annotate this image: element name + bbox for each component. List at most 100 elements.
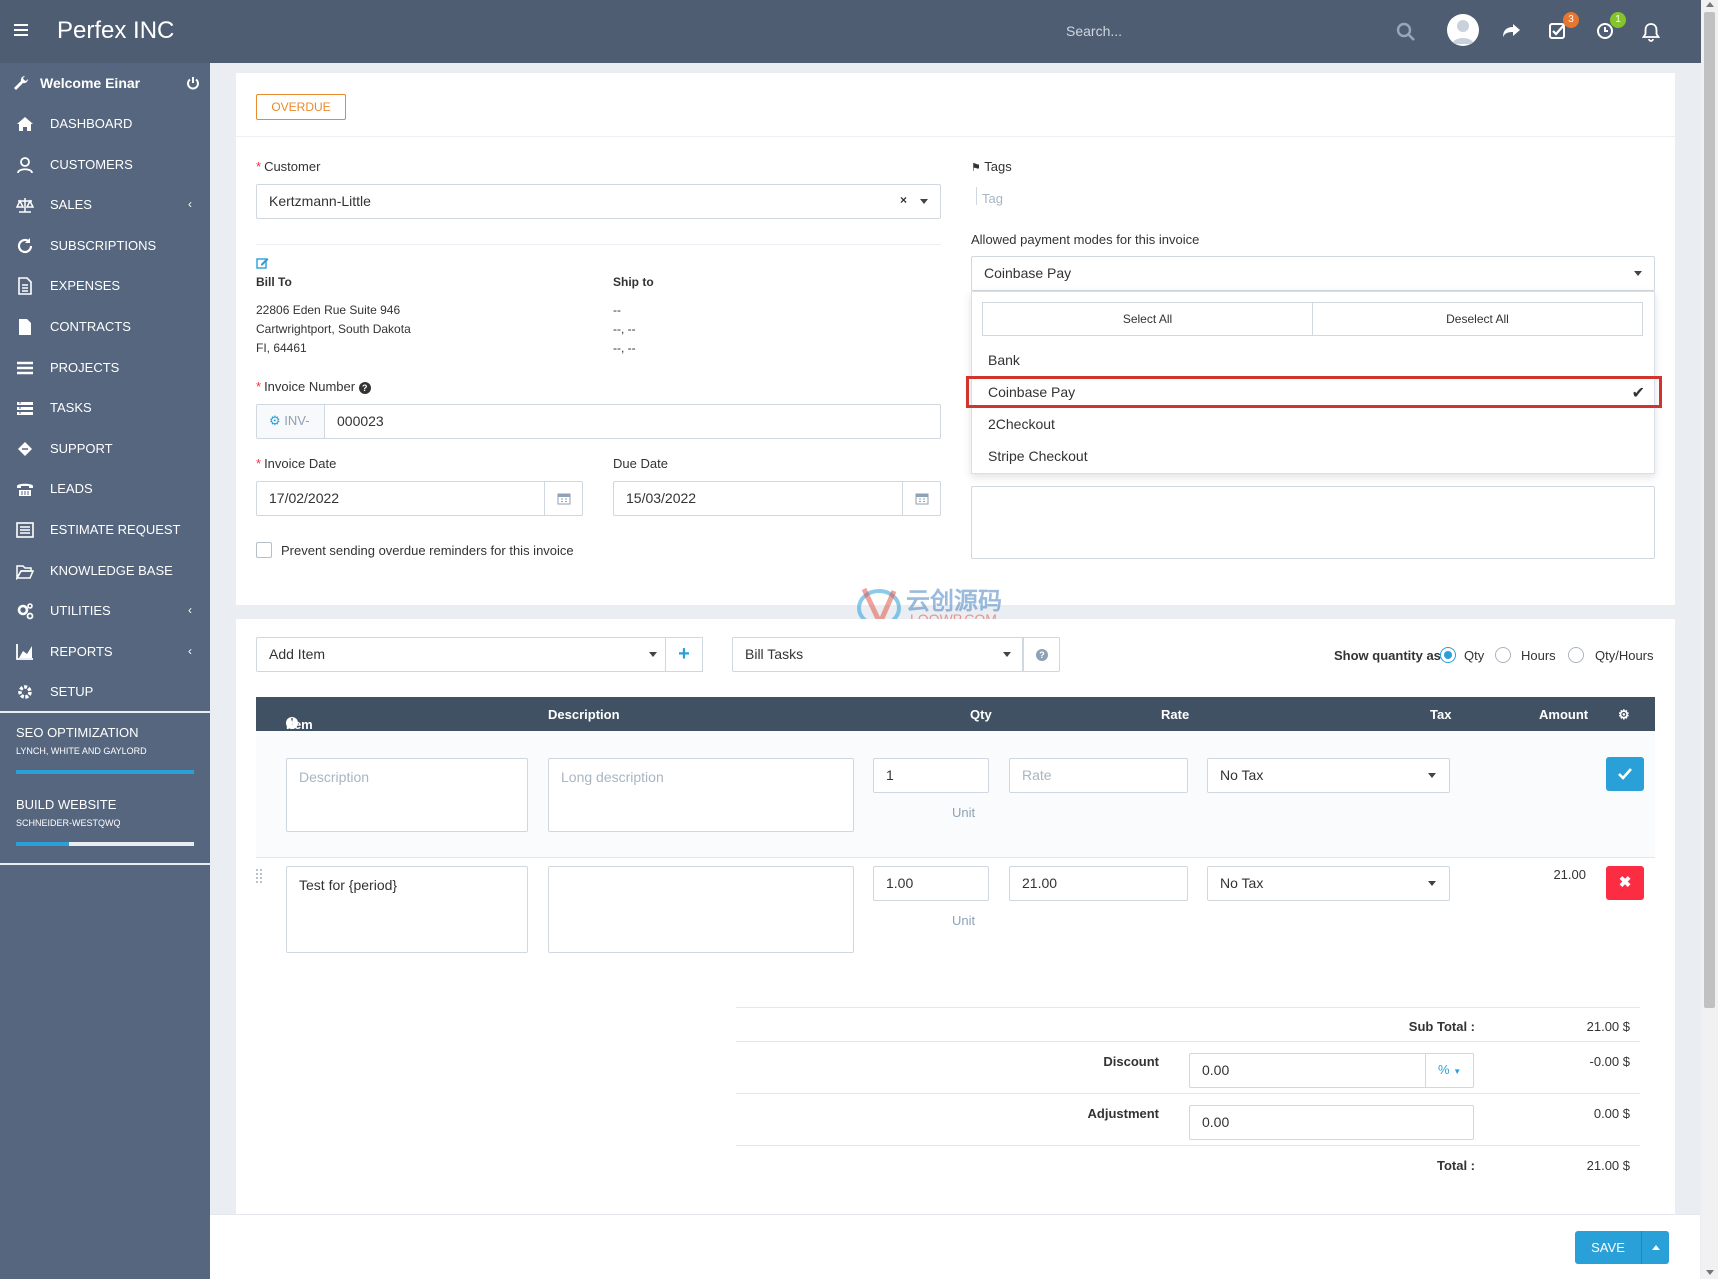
project-client: SCHNEIDER-WESTQWQ (16, 818, 121, 828)
save-button[interactable]: SAVE (1575, 1231, 1641, 1264)
invoice-number-input[interactable]: ⚙ INV- 000023 (256, 404, 941, 439)
sidebar-item-estimate-request[interactable]: ESTIMATE REQUEST (0, 510, 210, 550)
sidebar-project[interactable]: BUILD WEBSITE SCHNEIDER-WESTQWQ (0, 785, 210, 846)
payment-option-bank[interactable]: Bank (972, 344, 1656, 376)
sidebar-item-dashboard[interactable]: DASHBOARD (0, 104, 210, 144)
new-item-rate-input[interactable]: Rate (1009, 758, 1188, 793)
sidebar-item-support[interactable]: SUPPORT (0, 429, 210, 469)
header-description: Description (548, 707, 620, 722)
sidebar-item-contracts[interactable]: CONTRACTS (0, 307, 210, 347)
header-tax: Tax (1430, 707, 1452, 722)
select-all-button[interactable]: Select All (982, 302, 1313, 336)
item-amount: 21.00 (1553, 867, 1586, 882)
share-icon[interactable] (1502, 22, 1522, 40)
item-unit-input[interactable]: Unit (952, 913, 975, 928)
sidebar-item-setup[interactable]: SETUP (0, 672, 210, 712)
sidebar-item-label: REPORTS (50, 643, 113, 659)
remove-row-button[interactable]: ✖ (1606, 866, 1644, 900)
adjustment-input[interactable]: 0.00 (1189, 1105, 1474, 1140)
sidebar-item-reports[interactable]: REPORTS ‹ (0, 632, 210, 672)
sidebar-item-leads[interactable]: LEADS (0, 469, 210, 509)
show-qty-label: Show quantity as: (1334, 648, 1446, 663)
menu-toggle-icon[interactable] (14, 24, 28, 36)
save-options-button[interactable] (1641, 1231, 1669, 1264)
payment-option-coinbase-pay[interactable]: Coinbase Pay ✔ (966, 376, 1662, 408)
add-row-button[interactable] (1606, 757, 1644, 791)
admin-note-textarea[interactable] (971, 486, 1655, 559)
drag-handle-icon[interactable] (256, 869, 264, 883)
sidebar-item-sales[interactable]: SALES ‹ (0, 185, 210, 225)
items-table-header: ! Item Description Qty Rate Tax Amount ⚙ (256, 697, 1655, 732)
search-icon[interactable] (1396, 22, 1416, 42)
discount-input[interactable]: 0.00 % ▼ (1189, 1053, 1474, 1088)
new-item-unit-input[interactable]: Unit (952, 805, 975, 820)
new-item-long-description-input[interactable]: Long description (548, 758, 854, 832)
ship-to-address: -- --, -- --, -- (613, 303, 636, 355)
item-description-input[interactable]: Test for {period} (286, 866, 528, 953)
new-item-tax-select[interactable]: No Tax (1207, 758, 1450, 793)
project-client: LYNCH, WHITE AND GAYLORD (16, 746, 147, 756)
item-tax-select[interactable]: No Tax (1207, 866, 1450, 901)
todo-badge: 3 (1563, 12, 1579, 28)
chevron-down-icon (649, 652, 657, 657)
sidebar-item-customers[interactable]: CUSTOMERS (0, 145, 210, 185)
divider (736, 1145, 1640, 1146)
payment-option-2checkout[interactable]: 2Checkout (972, 408, 1656, 440)
new-item-qty-input[interactable]: 1 (873, 758, 989, 793)
help-icon[interactable]: ? (358, 382, 371, 394)
add-item-select[interactable]: Add Item (256, 637, 666, 672)
bill-tasks-help-button[interactable]: ? (1022, 637, 1060, 672)
search-input[interactable]: Search... (1066, 23, 1122, 39)
sidebar-item-label: TASKS (50, 400, 92, 416)
invoice-number-label: * Invoice Number ? (256, 379, 371, 394)
discount-type-dropdown[interactable]: % ▼ (1425, 1054, 1474, 1087)
edit-icon[interactable] (256, 257, 269, 269)
invoice-date-input[interactable]: 17/02/2022 (256, 481, 583, 516)
due-date-input[interactable]: 15/03/2022 (613, 481, 941, 516)
deselect-all-button[interactable]: Deselect All (1312, 302, 1643, 336)
tags-label: ⚑ Tags (971, 159, 1012, 174)
customer-select[interactable]: Kertzmann-Little × (256, 184, 941, 219)
calendar-icon[interactable] (902, 482, 940, 515)
sidebar-item-tasks[interactable]: TASKS (0, 388, 210, 428)
bill-tasks-select[interactable]: Bill Tasks (732, 637, 1024, 672)
balance-scale-icon (16, 198, 34, 213)
clear-icon[interactable]: × (900, 193, 907, 207)
prevent-reminders-checkbox[interactable] (256, 542, 272, 558)
item-long-description-input[interactable] (548, 866, 854, 953)
payment-option-stripe-checkout[interactable]: Stripe Checkout (972, 440, 1656, 472)
divider (256, 244, 941, 245)
new-item-description-input[interactable]: Description (286, 758, 528, 832)
hours-radio[interactable] (1495, 647, 1511, 663)
item-rate-input[interactable]: 21.00 (1009, 866, 1188, 901)
add-item-plus-button[interactable]: + (665, 637, 703, 672)
item-qty-input[interactable]: 1.00 (873, 866, 989, 901)
invoice-prefix[interactable]: ⚙ INV- (257, 405, 325, 438)
avatar[interactable] (1447, 14, 1479, 46)
area-chart-icon (16, 643, 33, 660)
brand-name[interactable]: Perfex INC (57, 17, 174, 45)
settings-icon[interactable]: ⚙ (1618, 707, 1630, 723)
power-icon[interactable] (186, 76, 200, 90)
sidebar-item-projects[interactable]: PROJECTS (0, 348, 210, 388)
ship-to-label: Ship to (613, 275, 654, 289)
qty-hours-radio[interactable] (1568, 647, 1584, 663)
tag-input[interactable]: Tag (982, 191, 1003, 206)
sidebar-item-label: DASHBOARD (50, 116, 133, 131)
payment-modes-select[interactable]: Coinbase Pay (971, 256, 1655, 291)
sidebar-item-expenses[interactable]: EXPENSES (0, 266, 210, 306)
scrollbar-track[interactable] (1701, 0, 1718, 1279)
chevron-left-icon: ‹ (188, 197, 192, 212)
adjustment-label: Adjustment (1087, 1106, 1160, 1121)
calendar-icon[interactable] (544, 482, 582, 515)
sidebar-item-label: PROJECTS (50, 359, 120, 375)
bell-icon[interactable] (1642, 22, 1660, 42)
scrollbar-thumb[interactable] (1704, 12, 1715, 1008)
sidebar-item-knowledge-base[interactable]: KNOWLEDGE BASE (0, 551, 210, 591)
qty-radio[interactable] (1440, 647, 1456, 663)
sub-total-label: Sub Total : (1408, 1019, 1475, 1034)
sidebar-project[interactable]: SEO OPTIMIZATION LYNCH, WHITE AND GAYLORD (0, 711, 210, 774)
sidebar-item-subscriptions[interactable]: SUBSCRIPTIONS (0, 226, 210, 266)
sidebar-item-label: CONTRACTS (50, 319, 131, 334)
sidebar-item-utilities[interactable]: UTILITIES ‹ (0, 591, 210, 631)
